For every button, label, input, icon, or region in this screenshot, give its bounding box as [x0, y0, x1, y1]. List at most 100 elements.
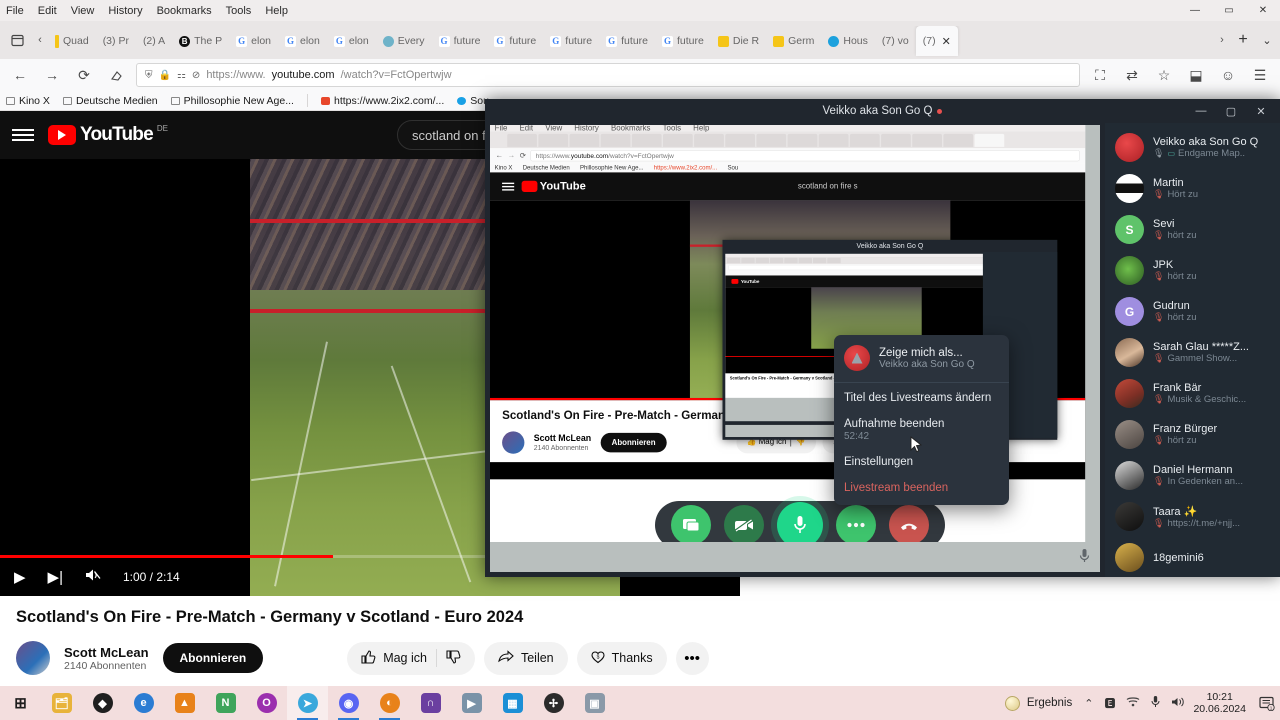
- more-actions-button[interactable]: •••: [675, 641, 709, 675]
- participant-row[interactable]: Daniel Hermann 🎙 In Gedenken an...: [1105, 455, 1280, 496]
- participant-row[interactable]: Taara ✨ 🎙 https://t.me/+njj...: [1105, 496, 1280, 537]
- account-icon[interactable]: ☺: [1216, 63, 1240, 87]
- participants-panel[interactable]: Veikko aka Son Go Q 🎙 ▭ Endgame Map.. Martin…: [1105, 123, 1280, 577]
- play-button[interactable]: ▶: [14, 568, 26, 586]
- taskbar-firefox-icon[interactable]: ◐: [369, 686, 410, 720]
- browser-tab[interactable]: Every: [376, 26, 432, 56]
- share-button[interactable]: Teilen: [483, 641, 568, 675]
- browser-tab[interactable]: Hous: [821, 26, 875, 56]
- youtube-logo[interactable]: YouTube DE: [48, 124, 168, 145]
- taskbar-headphones-app-icon[interactable]: ∩: [410, 686, 451, 720]
- browser-tab[interactable]: Die R: [711, 26, 766, 56]
- screenshot-icon[interactable]: ⛶: [1088, 63, 1112, 87]
- volume-icon[interactable]: [1171, 696, 1185, 711]
- reload-icon[interactable]: ⟳: [72, 63, 96, 87]
- like-label[interactable]: Mag ich: [383, 651, 427, 665]
- participant-row[interactable]: Sarah Glau *****Z... 🎙 Gammel Show...: [1105, 332, 1280, 373]
- new-tab-button[interactable]: +: [1230, 25, 1256, 55]
- menu-tools[interactable]: Tools: [226, 5, 252, 17]
- participant-row[interactable]: Frank Bär 🎙 Musik & Geschic...: [1105, 373, 1280, 414]
- next-button[interactable]: ▶|: [48, 568, 63, 586]
- chevron-up-icon[interactable]: ⌃: [1084, 697, 1093, 710]
- maximize-button[interactable]: ▭: [1212, 0, 1246, 21]
- wifi-icon[interactable]: [1126, 696, 1140, 710]
- microphone-icon[interactable]: [1151, 695, 1160, 711]
- menu-history[interactable]: History: [108, 5, 142, 17]
- notification-center-button[interactable]: 1: [1254, 686, 1280, 720]
- menu-help[interactable]: Help: [265, 5, 288, 17]
- mute-icon[interactable]: [85, 568, 101, 586]
- participant-row[interactable]: 18gemini6: [1105, 537, 1280, 577]
- tab-list-chevron-icon[interactable]: ⌄: [1256, 25, 1278, 55]
- save-icon[interactable]: ⬓: [1184, 63, 1208, 87]
- lock-icon[interactable]: 🔒: [159, 70, 171, 81]
- menu-file[interactable]: File: [6, 5, 24, 17]
- taskbar-microsoft-edge-icon[interactable]: e: [123, 686, 164, 720]
- subscribe-button[interactable]: Abonnieren: [162, 643, 264, 673]
- telegram-maximize-button[interactable]: ▢: [1216, 99, 1246, 123]
- menu-bookmarks[interactable]: Bookmarks: [157, 5, 212, 17]
- back-icon[interactable]: ←: [8, 63, 32, 87]
- camera-off-button[interactable]: [724, 505, 765, 545]
- telegram-titlebar[interactable]: Veikko aka Son Go Q — ▢ ✕: [485, 99, 1280, 123]
- browser-tab[interactable]: Gfuture: [432, 26, 488, 56]
- permissions-icon[interactable]: ⚏: [177, 70, 186, 81]
- browser-tab[interactable]: Gelon: [229, 26, 278, 56]
- browser-tab[interactable]: (2) A: [136, 26, 172, 56]
- taskbar-settings-app-icon[interactable]: ✢: [533, 686, 574, 720]
- taskbar-result-item[interactable]: Ergebnis: [1004, 695, 1084, 711]
- taskbar-media-player-icon[interactable]: ▶: [451, 686, 492, 720]
- telegram-close-button[interactable]: ✕: [1246, 99, 1276, 123]
- browser-tab[interactable]: B The P: [172, 26, 229, 56]
- bookmark-item[interactable]: https://www.2ix2.com/...: [320, 95, 444, 107]
- menu-edit[interactable]: Edit: [38, 5, 57, 17]
- browser-tab[interactable]: Gfuture: [487, 26, 543, 56]
- menu-item-change-title[interactable]: Titel des Livestreams ändern: [834, 385, 1009, 411]
- browser-tab[interactable]: Gelon: [327, 26, 376, 56]
- more-options-button[interactable]: [835, 505, 876, 545]
- taskbar-screen-app-icon[interactable]: ▣: [574, 686, 615, 720]
- translate-icon[interactable]: ⇄: [1120, 63, 1144, 87]
- forward-icon[interactable]: →: [40, 63, 64, 87]
- hang-up-button[interactable]: [888, 505, 929, 545]
- menu-view[interactable]: View: [71, 5, 95, 17]
- taskbar-microsoft-store-icon[interactable]: ▦: [492, 686, 533, 720]
- browser-tab[interactable]: Gfuture: [543, 26, 599, 56]
- browser-tab[interactable]: Gfuture: [599, 26, 655, 56]
- browser-tab[interactable]: (7) vo: [875, 26, 916, 56]
- browser-tab[interactable]: (3) Pr: [96, 26, 136, 56]
- tab-list-icon[interactable]: [2, 25, 32, 55]
- context-menu-header[interactable]: Zeige mich als... Veikko aka Son Go Q: [834, 339, 1009, 380]
- taskbar-dropbox-icon[interactable]: ◆: [82, 686, 123, 720]
- share-screen-button[interactable]: [671, 505, 712, 545]
- participant-row[interactable]: JPK 🎙 hört zu: [1105, 250, 1280, 291]
- tab-scroll-right-icon[interactable]: ›: [1214, 25, 1230, 55]
- thumbs-up-icon[interactable]: [361, 649, 376, 667]
- participant-row[interactable]: Martin 🎙 Hört zu: [1105, 168, 1280, 209]
- taskbar-opera-icon[interactable]: O: [246, 686, 287, 720]
- edge-tray-icon[interactable]: 🅴: [1104, 695, 1115, 711]
- bookmark-item[interactable]: Kino X: [6, 95, 50, 107]
- taskbar-clock[interactable]: 10:21 20.06.2024: [1193, 691, 1254, 715]
- menu-item-end-livestream[interactable]: Livestream beenden: [834, 475, 1009, 501]
- thanks-button[interactable]: $ Thanks: [576, 641, 667, 675]
- address-bar[interactable]: ⛨ 🔒 ⚏ ⊘ https://www. youtube.com/watch?v=…: [136, 63, 1080, 87]
- tab-scroll-left-icon[interactable]: ‹: [32, 25, 48, 55]
- channel-avatar[interactable]: [16, 641, 50, 675]
- browser-tab[interactable]: Gelon: [278, 26, 327, 56]
- no-autoplay-icon[interactable]: ⊘: [192, 70, 200, 81]
- browser-tab[interactable]: (7) ✕: [915, 26, 958, 56]
- participant-row[interactable]: Franz Bürger 🎙 hört zu: [1105, 414, 1280, 455]
- thumbs-down-icon[interactable]: [446, 649, 461, 667]
- shield-icon[interactable]: ⛨: [145, 70, 153, 81]
- participant-row[interactable]: Veikko aka Son Go Q 🎙 ▭ Endgame Map..: [1105, 127, 1280, 168]
- app-menu-icon[interactable]: ☰: [1248, 63, 1272, 87]
- taskbar-telegram-icon[interactable]: ➤: [287, 686, 328, 720]
- bookmark-star-icon[interactable]: ☆: [1152, 63, 1176, 87]
- taskbar-notepad-app-icon[interactable]: N: [205, 686, 246, 720]
- guide-menu-icon[interactable]: [12, 129, 34, 141]
- taskbar-discord-icon[interactable]: ◉: [328, 686, 369, 720]
- tab-close-icon[interactable]: ✕: [942, 35, 951, 48]
- browser-tab[interactable]: Gfuture: [655, 26, 711, 56]
- minimize-button[interactable]: —: [1178, 0, 1212, 21]
